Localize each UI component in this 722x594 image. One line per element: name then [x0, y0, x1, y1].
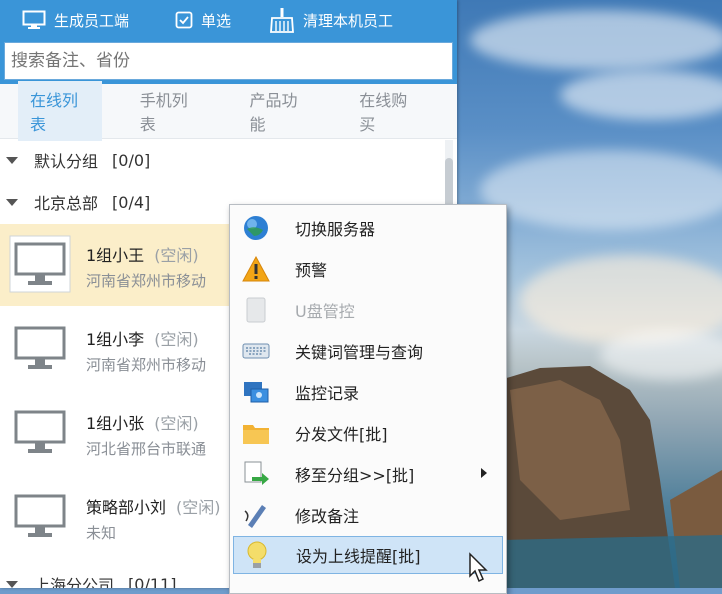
context-menu: 切换服务器 预警 U盘管控 关键词管理与查询 监控记录 分发文件[批] 移至分组… [229, 204, 507, 594]
contact-status: (空闲) [154, 330, 199, 349]
computer-icon [14, 494, 66, 537]
contact-location: 河北省邢台市联通 [86, 440, 207, 458]
expand-triangle-icon [6, 580, 18, 588]
expand-triangle-icon [6, 198, 18, 206]
menu-item-label: 关键词管理与查询 [295, 343, 424, 362]
folder-icon [241, 418, 271, 448]
computer-icon [9, 235, 71, 293]
contact-location: 河南省郑州市移动 [86, 356, 207, 374]
expand-triangle-icon [6, 156, 18, 164]
menu-item-label: 切换服务器 [295, 220, 376, 239]
globe-icon [241, 213, 271, 243]
menu-item-move-to-group[interactable]: 移至分组>>[批] [233, 455, 503, 493]
contact-name: 1组小李 [86, 330, 145, 349]
mouse-cursor-icon [469, 552, 488, 583]
menu-item-usb-control[interactable]: U盘管控 [233, 291, 503, 329]
computer-icon [14, 326, 66, 369]
group-name: 上海分公司 [34, 576, 115, 588]
tab-online-list[interactable]: 在线列表 [18, 81, 102, 141]
contact-location: 河南省郑州市移动 [86, 272, 207, 290]
clear-local-employee-button[interactable]: 清理本机员工 [269, 0, 393, 40]
group-name: 北京总部 [34, 194, 99, 213]
contact-name: 1组小王 [86, 246, 145, 265]
contact-name-line: 1组小李 (空闲) [86, 326, 199, 350]
edit-note-icon [241, 500, 271, 530]
contact-status: (空闲) [176, 498, 221, 517]
contact-name: 策略部小刘 [86, 498, 167, 517]
usb-drive-icon [241, 295, 271, 325]
menu-item-label: 设为上线提醒[批] [296, 547, 421, 566]
menu-item-label: 预警 [295, 261, 328, 280]
lightbulb-icon [242, 540, 272, 570]
menu-item-monitor-records[interactable]: 监控记录 [233, 373, 503, 411]
tab-bar: 在线列表 手机列表 产品功能 在线购买 [0, 81, 457, 141]
contact-name: 1组小张 [86, 414, 145, 433]
monitor-icon [22, 10, 46, 29]
broom-icon [270, 8, 294, 33]
menu-item-distribute-files[interactable]: 分发文件[批] [233, 414, 503, 452]
warning-icon [241, 254, 271, 284]
computer-icon [14, 410, 66, 453]
clear-local-employee-label: 清理本机员工 [303, 11, 394, 30]
search-bar [0, 40, 457, 84]
contact-location: 未知 [86, 524, 117, 542]
toolbar: 生成员工端 单选 清理本机员工 [0, 0, 457, 40]
menu-item-keyword-management[interactable]: 关键词管理与查询 [233, 332, 503, 370]
menu-item-edit-note[interactable]: 修改备注 [233, 496, 503, 534]
menu-item-label: 修改备注 [295, 507, 360, 526]
contact-name-line: 1组小王 (空闲) [86, 242, 199, 266]
menu-item-alert[interactable]: 预警 [233, 250, 503, 288]
contact-status: (空闲) [154, 414, 199, 433]
group-count: [0/11] [128, 574, 177, 589]
group-count: [0/4] [112, 192, 151, 212]
group-default[interactable]: 默认分组 [0/0] [0, 140, 440, 180]
menu-item-set-online-reminder[interactable]: 设为上线提醒[批] [233, 536, 503, 574]
contact-name-line: 策略部小刘 (空闲) [86, 494, 221, 518]
monitor-record-icon [241, 377, 271, 407]
move-group-icon [241, 459, 271, 489]
tab-product-features[interactable]: 产品功能 [238, 81, 322, 141]
menu-item-label: 监控记录 [295, 384, 360, 403]
group-name: 默认分组 [34, 152, 99, 171]
menu-item-label: 分发文件[批] [295, 425, 388, 444]
search-input[interactable] [4, 42, 453, 80]
generate-client-label: 生成员工端 [54, 11, 130, 30]
single-select-label: 单选 [201, 11, 232, 30]
tab-online-purchase[interactable]: 在线购买 [347, 81, 431, 141]
single-select-button[interactable]: 单选 [175, 0, 231, 40]
submenu-arrow-icon [481, 468, 487, 478]
menu-item-label: 移至分组>>[批] [295, 466, 415, 485]
contact-status: (空闲) [154, 246, 199, 265]
checkbox-icon [175, 11, 193, 29]
menu-item-label: U盘管控 [295, 302, 355, 321]
contact-name-line: 1组小张 (空闲) [86, 410, 199, 434]
tab-mobile-list[interactable]: 手机列表 [128, 81, 212, 141]
generate-client-button[interactable]: 生成员工端 [22, 0, 129, 40]
keyboard-icon [241, 336, 271, 366]
group-count: [0/0] [112, 150, 151, 170]
menu-item-switch-server[interactable]: 切换服务器 [233, 209, 503, 247]
